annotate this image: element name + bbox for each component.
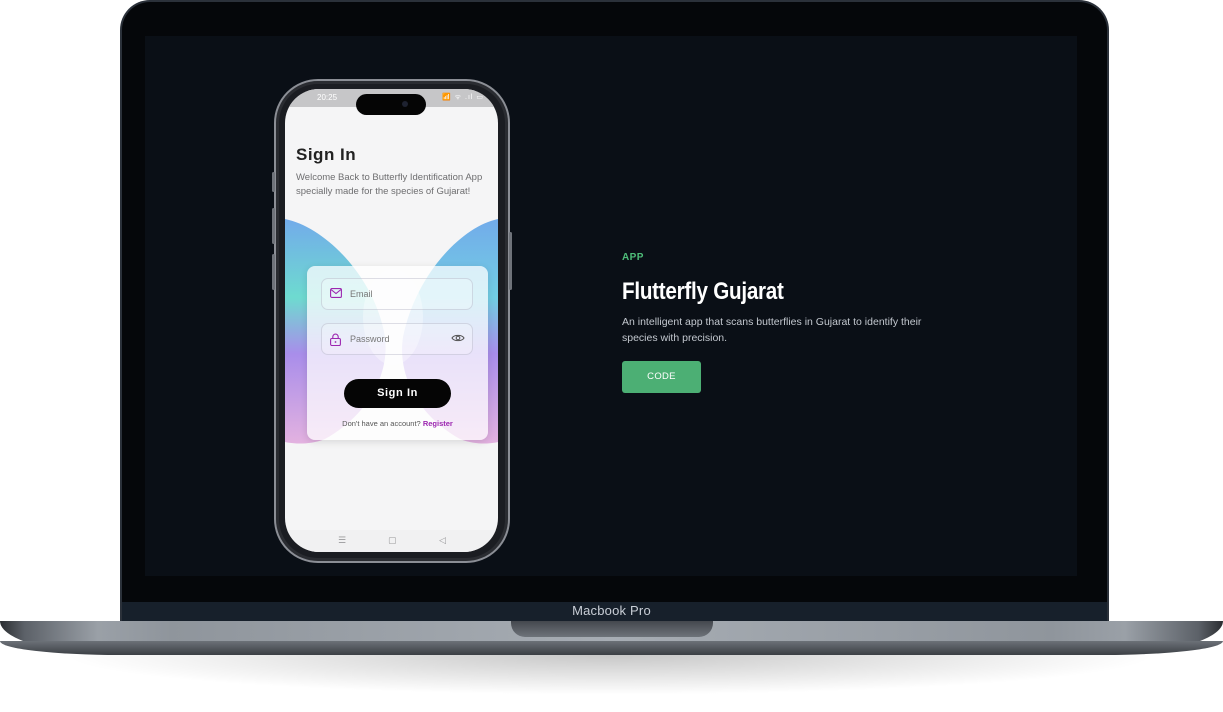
mail-icon — [330, 288, 342, 298]
back-triangle-icon[interactable]: ◁ — [439, 535, 446, 546]
project-title: Flutterfly Gujarat — [622, 278, 784, 305]
laptop-model-label: Macbook Pro — [572, 603, 651, 618]
phone-volume-down-button — [272, 254, 275, 290]
email-field[interactable]: Email — [321, 278, 473, 310]
eye-icon[interactable] — [451, 333, 465, 343]
lock-icon — [330, 333, 341, 346]
no-account-text: Don't have an account? — [342, 419, 421, 428]
signin-button[interactable]: Sign In — [344, 379, 451, 408]
phone-side-button — [272, 172, 275, 192]
android-nav-bar: ☰ ▢ ◁ — [285, 530, 498, 552]
project-tag: APP — [622, 252, 644, 263]
menu-icon[interactable]: ☰ — [338, 535, 346, 546]
status-icons: 📶 ᯤ .ıl ▭ — [442, 94, 484, 101]
login-card: Email Password Sign In Don't have an acc… — [307, 266, 488, 440]
status-time: 20:25 — [317, 93, 338, 102]
dynamic-island — [356, 94, 426, 115]
phone-power-button — [509, 232, 512, 290]
home-square-icon[interactable]: ▢ — [388, 535, 397, 546]
project-description: An intelligent app that scans butterflie… — [622, 316, 922, 344]
password-field[interactable]: Password — [321, 323, 473, 355]
register-prompt: Don't have an account? Register — [307, 419, 488, 428]
front-camera-icon — [402, 101, 408, 107]
phone-volume-up-button — [272, 208, 275, 244]
email-placeholder: Email — [350, 289, 373, 299]
laptop-shadow — [60, 655, 1160, 695]
signin-subtitle: Welcome Back to Butterfly Identification… — [296, 172, 483, 197]
signin-title: Sign In — [296, 145, 357, 164]
code-button[interactable]: CODE — [622, 361, 701, 393]
password-placeholder: Password — [350, 334, 390, 344]
register-link[interactable]: Register — [423, 419, 453, 428]
phone-screen: 20:25 📶 ᯤ .ıl ▭ Sign In Welcome Back to … — [285, 89, 498, 552]
laptop-notch — [511, 621, 713, 637]
